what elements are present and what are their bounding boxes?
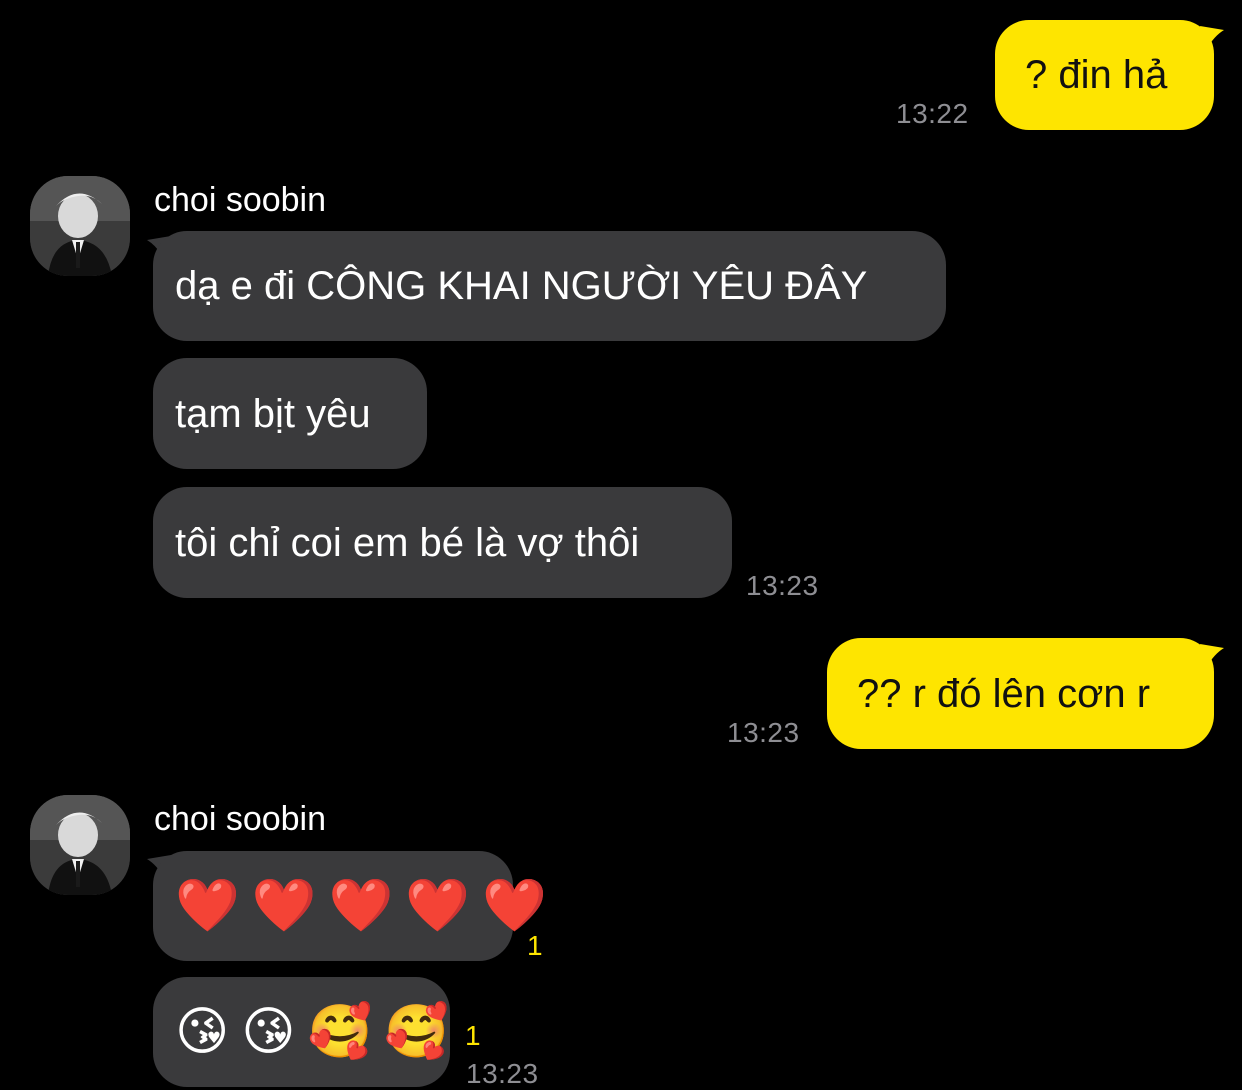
message-timestamp: 13:23	[727, 717, 800, 748]
unread-count: 1	[527, 930, 543, 961]
outgoing-message-bubble[interactable]: ?? r đó lên cơn r	[827, 638, 1214, 749]
red-heart-emoji: ❤️	[405, 877, 470, 935]
incoming-message-bubble[interactable]: tôi chỉ coi em bé là vợ thôi	[153, 487, 732, 598]
message-text: ?? r đó lên cơn r	[857, 671, 1151, 716]
bubble-tail-icon	[1200, 26, 1224, 50]
message-timestamp: 13:23	[466, 1058, 539, 1089]
red-heart-emoji: ❤️	[251, 877, 317, 935]
unread-count: 1	[465, 1020, 481, 1051]
incoming-message-bubble[interactable]: dạ e đi CÔNG KHAI NGƯỜI YÊU ĐÂY	[153, 231, 946, 341]
red-heart-emoji: ❤️	[482, 877, 547, 935]
avatar[interactable]	[30, 176, 130, 276]
kissing-face-emoji: 😘	[241, 1003, 296, 1061]
incoming-message-bubble[interactable]: ❤️ ❤️ ❤️ ❤️ ❤️	[153, 851, 547, 961]
incoming-message-bubble[interactable]: tạm bịt yêu	[153, 358, 427, 469]
incoming-message-bubble[interactable]: 😘 😘 🥰 🥰	[153, 977, 450, 1087]
message-timestamp: 13:23	[746, 570, 819, 601]
sender-name: choi soobin	[154, 800, 327, 838]
profile-photo-icon	[30, 176, 130, 276]
outgoing-message-bubble[interactable]: ? đin hả	[995, 20, 1214, 130]
sender-name: choi soobin	[154, 181, 327, 219]
message-timestamp: 13:22	[896, 98, 969, 129]
profile-photo-icon	[30, 795, 130, 895]
message-text: dạ e đi CÔNG KHAI NGƯỜI YÊU ĐÂY	[175, 264, 868, 308]
red-heart-emoji: ❤️	[175, 877, 240, 935]
message-text: tạm bịt yêu	[175, 391, 371, 436]
emoji-row: ❤️ ❤️ ❤️ ❤️ ❤️	[175, 880, 547, 932]
bubble-tail-icon	[1200, 644, 1224, 668]
message-text: tôi chỉ coi em bé là vợ thôi	[175, 520, 640, 565]
smiling-face-hearts-emoji: 🥰	[307, 1003, 373, 1061]
emoji-row: 😘 😘 🥰 🥰	[175, 1006, 449, 1058]
red-heart-emoji: ❤️	[328, 877, 394, 935]
message-text: ? đin hả	[1025, 53, 1168, 97]
avatar[interactable]	[30, 795, 130, 895]
smiling-face-hearts-emoji: 🥰	[384, 1003, 449, 1061]
kissing-face-emoji: 😘	[175, 1003, 230, 1061]
